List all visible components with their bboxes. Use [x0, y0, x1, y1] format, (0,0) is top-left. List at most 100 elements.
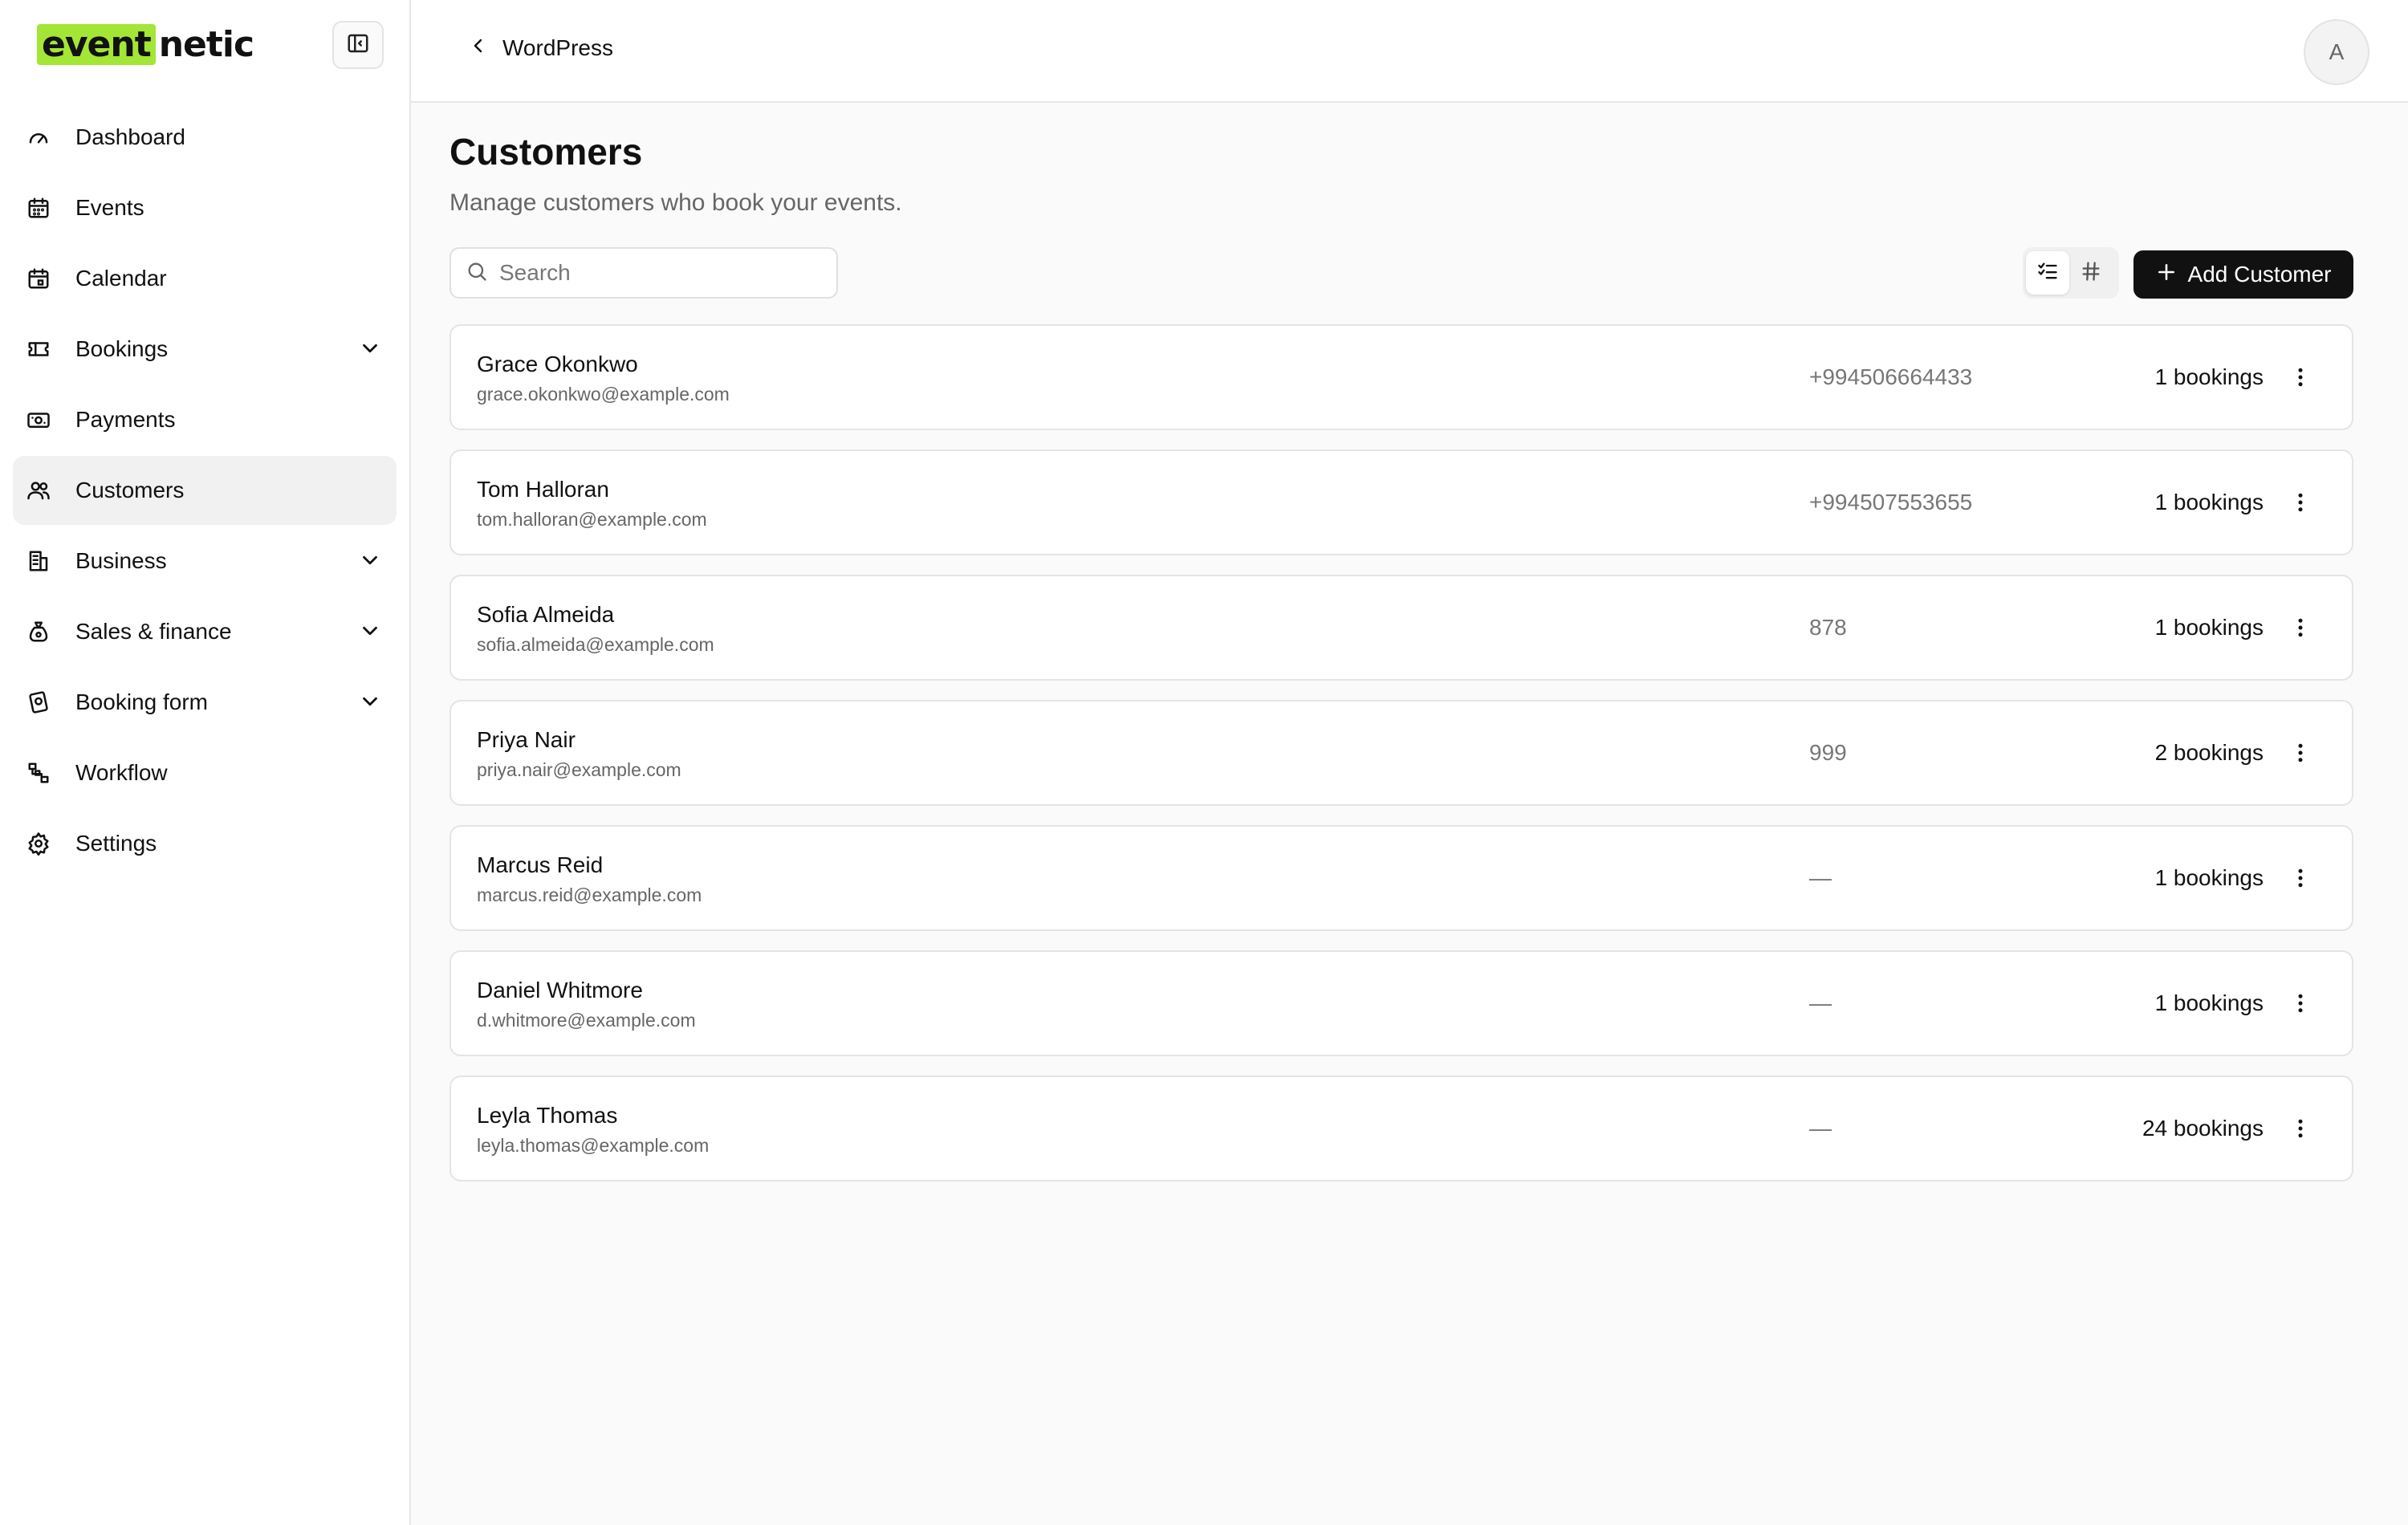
- hash-icon: [2080, 260, 2102, 287]
- form-icon: [26, 689, 51, 715]
- sidebar-item-label: Dashboard: [75, 124, 185, 149]
- customer-phone: —: [1809, 990, 1832, 1015]
- more-vertical-icon[interactable]: [2284, 737, 2316, 769]
- chevron-down-icon[interactable]: [358, 548, 384, 574]
- customer-bookings-count: 1 bookings: [2154, 865, 2264, 890]
- more-vertical-icon[interactable]: [2284, 486, 2316, 518]
- customer-email: grace.okonkwo@example.com: [477, 384, 730, 405]
- sidebar-item-label: Sales & finance: [75, 619, 232, 644]
- customer-name[interactable]: Priya Nair: [477, 727, 576, 753]
- panel-left-icon: [346, 31, 370, 59]
- customer-bookings-count: 24 bookings: [2142, 1116, 2264, 1141]
- customer-bookings-count: 1 bookings: [2154, 615, 2264, 640]
- gear-icon: [26, 831, 51, 856]
- avatar[interactable]: A: [2304, 19, 2369, 85]
- page-title: Customers: [449, 131, 643, 173]
- more-vertical-icon[interactable]: [2284, 862, 2316, 894]
- more-vertical-icon[interactable]: [2284, 361, 2316, 393]
- search-icon: [466, 260, 488, 287]
- sidebar-item-calendar[interactable]: Calendar: [13, 244, 397, 313]
- gauge-icon: [26, 124, 51, 150]
- customer-name[interactable]: Sofia Almeida: [477, 602, 614, 628]
- brand-logo[interactable]: event netic: [37, 21, 254, 67]
- sidebar-item-label: Calendar: [75, 266, 167, 291]
- sidebar-item-payments[interactable]: Payments: [13, 385, 397, 454]
- customer-row[interactable]: Leyla Thomas leyla.thomas@example.com — 24 …: [449, 1076, 2353, 1181]
- top-bar: WordPress A: [411, 0, 2408, 103]
- view-toggle: [2023, 247, 2119, 299]
- customer-phone: +994507553655: [1809, 490, 1973, 514]
- sidebar-item-bookings[interactable]: Bookings: [13, 315, 397, 384]
- more-vertical-icon[interactable]: [2284, 612, 2316, 644]
- users-icon: [26, 478, 51, 503]
- ticket-icon: [26, 336, 51, 362]
- sidebar-item-business[interactable]: Business: [13, 527, 397, 596]
- sidebar: event netic Dashboard Events Calendar Bookin…: [0, 0, 411, 1525]
- add-customer-button[interactable]: Add Customer: [2133, 250, 2353, 299]
- chevron-down-icon[interactable]: [358, 689, 384, 715]
- list-view-button[interactable]: [2026, 251, 2069, 295]
- brand-logo-highlight: event: [37, 23, 156, 65]
- workflow-icon: [26, 760, 51, 786]
- page-subtitle: Manage customers who book your events.: [449, 189, 902, 216]
- customer-name[interactable]: Grace Okonkwo: [477, 352, 638, 377]
- sidebar-item-label: Bookings: [75, 336, 169, 361]
- calendar-days-icon: [26, 195, 51, 221]
- sidebar-item-label: Workflow: [75, 760, 168, 785]
- customer-bookings-count: 1 bookings: [2154, 490, 2264, 514]
- sidebar-item-label: Business: [75, 548, 167, 573]
- sidebar-item-label: Events: [75, 195, 144, 220]
- customer-phone: 878: [1809, 615, 1847, 640]
- customer-row[interactable]: Marcus Reid marcus.reid@example.com — 1 boo…: [449, 825, 2353, 931]
- chevron-down-icon[interactable]: [358, 336, 384, 362]
- money-bag-icon: [26, 619, 51, 645]
- more-vertical-icon[interactable]: [2284, 1112, 2316, 1145]
- customer-name[interactable]: Tom Halloran: [477, 477, 609, 502]
- customer-row[interactable]: Tom Halloran tom.halloran@example.com +994…: [449, 449, 2353, 555]
- search-box[interactable]: [449, 247, 838, 299]
- customer-row[interactable]: Sofia Almeida sofia.almeida@example.com 87…: [449, 575, 2353, 681]
- customer-email: d.whitmore@example.com: [477, 1010, 696, 1031]
- back-link[interactable]: WordPress: [469, 35, 613, 61]
- customer-phone: 999: [1809, 740, 1847, 765]
- customer-phone: —: [1809, 865, 1832, 890]
- chevron-left-icon: [469, 35, 502, 61]
- add-customer-label: Add Customer: [2187, 262, 2332, 287]
- sidebar-item-label: Customers: [75, 478, 185, 502]
- customer-list: Grace Okonkwo grace.okonkwo@example.com +9…: [449, 324, 2353, 1201]
- customer-email: sofia.almeida@example.com: [477, 634, 714, 655]
- sidebar-toggle-button[interactable]: [332, 21, 384, 69]
- customer-row[interactable]: Daniel Whitmore d.whitmore@example.com — 1 …: [449, 950, 2353, 1056]
- customer-bookings-count: 1 bookings: [2154, 990, 2264, 1015]
- customer-name[interactable]: Marcus Reid: [477, 852, 603, 878]
- brand-logo-rest: netic: [158, 23, 254, 65]
- banknote-icon: [26, 407, 51, 433]
- customer-name[interactable]: Leyla Thomas: [477, 1103, 617, 1128]
- sidebar-item-sales-and-finance[interactable]: Sales & finance: [13, 597, 397, 666]
- customer-name[interactable]: Daniel Whitmore: [477, 978, 643, 1003]
- customer-bookings-count: 1 bookings: [2154, 364, 2264, 389]
- sidebar-item-workflow[interactable]: Workflow: [13, 738, 397, 807]
- sidebar-item-dashboard[interactable]: Dashboard: [13, 103, 397, 172]
- sidebar-item-booking-form[interactable]: Booking form: [13, 668, 397, 737]
- grid-view-button[interactable]: [2069, 251, 2113, 295]
- sidebar-item-events[interactable]: Events: [13, 173, 397, 242]
- customer-email: priya.nair@example.com: [477, 759, 681, 780]
- customer-bookings-count: 2 bookings: [2154, 740, 2264, 765]
- customer-row[interactable]: Grace Okonkwo grace.okonkwo@example.com +9…: [449, 324, 2353, 430]
- customer-phone: —: [1809, 1116, 1832, 1141]
- calendar-icon: [26, 266, 51, 291]
- sidebar-item-label: Settings: [75, 831, 157, 856]
- customer-phone: +994506664433: [1809, 364, 1973, 389]
- customer-email: marcus.reid@example.com: [477, 885, 702, 905]
- customer-email: leyla.thomas@example.com: [477, 1135, 710, 1156]
- search-input[interactable]: [499, 260, 820, 286]
- customer-row[interactable]: Priya Nair priya.nair@example.com 999 2 boo…: [449, 700, 2353, 806]
- more-vertical-icon[interactable]: [2284, 987, 2316, 1019]
- building-icon: [26, 548, 51, 574]
- sidebar-item-settings[interactable]: Settings: [13, 809, 397, 878]
- back-link-label: WordPress: [502, 35, 613, 60]
- plus-icon: [2156, 262, 2188, 288]
- sidebar-item-customers[interactable]: Customers: [13, 456, 397, 525]
- chevron-down-icon[interactable]: [358, 619, 384, 645]
